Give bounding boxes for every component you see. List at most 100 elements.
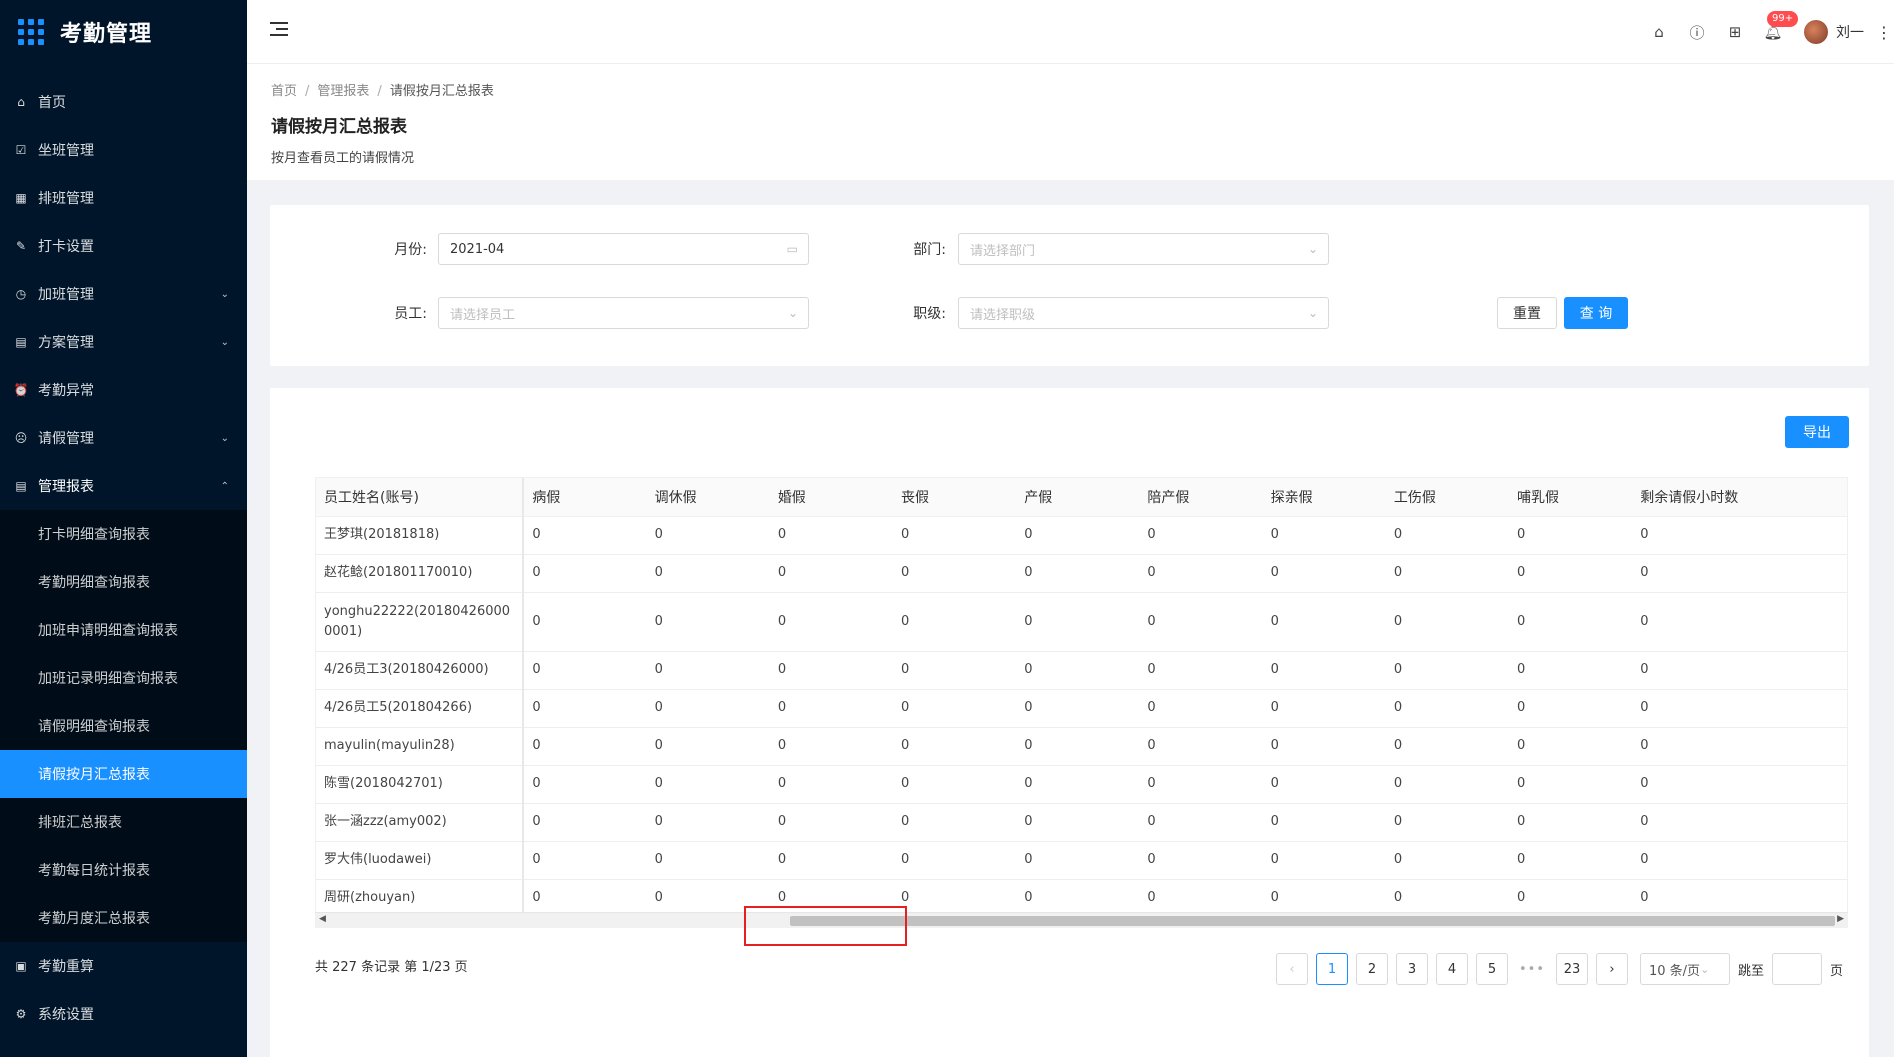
sidebar-item-1[interactable]: ☑ 坐班管理 (0, 126, 247, 174)
submenu-item-0[interactable]: 打卡明细查询报表 (0, 510, 247, 558)
scroll-right-arrow-icon[interactable]: ▶ (1837, 914, 1844, 924)
submenu-item-7[interactable]: 考勤每日统计报表 (0, 846, 247, 894)
table-body: 王梦琪(20181818) 0 0 0 0 0 0 0 0 0 0 赵花鲶(201801170010)… (316, 516, 1847, 918)
value-cell: 0 (769, 765, 894, 804)
submenu-item-3[interactable]: 加班记录明细查询报表 (0, 654, 247, 702)
sidebar-item-2[interactable]: ▦ 排班管理 (0, 174, 247, 222)
value-cell: 0 (893, 803, 1017, 842)
employee-label: 员工: (394, 306, 427, 322)
chevron-down-icon: ⌄ (220, 336, 229, 348)
page-button-last[interactable]: 23 (1556, 953, 1588, 985)
value-cell: 0 (769, 592, 894, 652)
page-button-4[interactable]: 4 (1436, 953, 1468, 985)
value-cell: 0 (1139, 516, 1263, 555)
submenu-item-5[interactable]: 请假按月汇总报表 (0, 750, 247, 798)
value-cell: 0 (646, 689, 770, 728)
value-cell: 0 (646, 516, 770, 555)
value-cell: 0 (893, 651, 1017, 690)
clock-icon: ◷ (15, 287, 27, 301)
document-icon: ▤ (15, 335, 27, 349)
help-icon[interactable]: ⓘ (1678, 0, 1716, 64)
sidebar-item-5[interactable]: ▤ 方案管理 ⌄ (0, 318, 247, 366)
sidebar-bottom-item-1[interactable]: ⚙ 系统设置 (0, 990, 247, 1038)
month-picker[interactable]: 2021-04 ▭ (438, 233, 809, 265)
value-cell: 0 (1632, 554, 1847, 593)
jump-page-input[interactable] (1772, 953, 1823, 985)
page-button-1[interactable]: 1 (1316, 953, 1348, 985)
column-header: 丧假 (893, 478, 1017, 517)
menu-fold-icon[interactable] (270, 22, 290, 40)
value-cell: 0 (1262, 765, 1386, 804)
value-cell: 0 (1262, 727, 1386, 766)
value-cell: 0 (1262, 841, 1386, 880)
dept-select[interactable]: 请选择部门 ⌄ (958, 233, 1329, 265)
value-cell: 0 (1262, 689, 1386, 728)
more-vertical-icon[interactable]: ⋮ (1874, 23, 1894, 42)
sidebar: 考勤管理 ⌂ 首页 ☑ 坐班管理 ▦ 排班管理 ✎ 打卡设置 ◷ 加班管理 ⌄ ▤ 方案管理 ⌄ ⏰ 考勤异常… (0, 0, 247, 1057)
value-cell: 0 (1509, 554, 1633, 593)
value-cell: 0 (1262, 803, 1386, 842)
horizontal-scrollbar[interactable]: ◀ ▶ (315, 912, 1848, 928)
next-page-button[interactable]: › (1596, 953, 1628, 985)
user-menu[interactable]: 刘一 (1804, 20, 1864, 44)
value-cell: 0 (1509, 516, 1633, 555)
sidebar-item-3[interactable]: ✎ 打卡设置 (0, 222, 247, 270)
sidebar-item-4[interactable]: ◷ 加班管理 ⌄ (0, 270, 247, 318)
notification-bell-icon[interactable]: 🔔︎ 99+ (1754, 0, 1799, 64)
reset-button[interactable]: 重置 (1497, 297, 1557, 329)
value-cell: 0 (523, 803, 647, 842)
value-cell: 0 (1016, 727, 1140, 766)
value-cell: 0 (769, 554, 894, 593)
page-button-3[interactable]: 3 (1396, 953, 1428, 985)
breadcrumb-item-home[interactable]: 首页 (271, 84, 297, 99)
app-logo[interactable]: 考勤管理 (0, 0, 247, 64)
value-cell: 0 (646, 841, 770, 880)
export-button[interactable]: 导出 (1785, 416, 1849, 448)
sidebar-item-0[interactable]: ⌂ 首页 (0, 78, 247, 126)
page-ellipsis[interactable]: ••• (1516, 953, 1548, 985)
breadcrumb-item-reports[interactable]: 管理报表 (317, 84, 369, 99)
submenu-item-1[interactable]: 考勤明细查询报表 (0, 558, 247, 606)
prev-page-button[interactable]: ‹ (1276, 953, 1308, 985)
scrollbar-thumb[interactable] (790, 916, 1835, 926)
level-placeholder: 请选择职级 (970, 307, 1036, 323)
page-button-5[interactable]: 5 (1476, 953, 1508, 985)
submenu-item-2[interactable]: 加班申请明细查询报表 (0, 606, 247, 654)
sidebar-item-8[interactable]: ▤ 管理报表 ⌃ (0, 462, 247, 510)
value-cell: 0 (523, 765, 647, 804)
employee-select[interactable]: 请选择员工 ⌄ (438, 297, 809, 329)
value-cell: 0 (1016, 803, 1140, 842)
value-cell: 0 (646, 765, 770, 804)
sidebar-item-label: 方案管理 (38, 335, 94, 351)
employee-cell: yonghu22222(201804260000001) (316, 592, 525, 652)
column-header: 产假 (1016, 478, 1140, 517)
table-row: 4/26员工5(201804266) 0 0 0 0 0 0 0 0 0 0 (316, 689, 1847, 728)
value-cell: 0 (893, 727, 1017, 766)
value-cell: 0 (646, 803, 770, 842)
home-icon[interactable]: ⌂ (1640, 0, 1678, 64)
user-name: 刘一 (1836, 25, 1864, 41)
sidebar-menu: ⌂ 首页 ☑ 坐班管理 ▦ 排班管理 ✎ 打卡设置 ◷ 加班管理 ⌄ ▤ 方案管理 ⌄ ⏰ 考勤异常 ☹ 请假管理… (0, 78, 247, 1038)
apps-icon[interactable]: ⊞ (1716, 0, 1754, 64)
edit-icon: ✎ (15, 239, 27, 253)
submenu-item-8[interactable]: 考勤月度汇总报表 (0, 894, 247, 942)
submenu-item-6[interactable]: 排班汇总报表 (0, 798, 247, 846)
level-select[interactable]: 请选择职级 ⌄ (958, 297, 1329, 329)
sidebar-item-label: 首页 (38, 95, 66, 111)
page-size-select[interactable]: 10 条/页 ⌄ (1640, 953, 1730, 985)
page-button-2[interactable]: 2 (1356, 953, 1388, 985)
sidebar-item-6[interactable]: ⏰ 考勤异常 (0, 366, 247, 414)
scroll-left-arrow-icon[interactable]: ◀ (319, 914, 326, 924)
submenu-item-4[interactable]: 请假明细查询报表 (0, 702, 247, 750)
query-button[interactable]: 查 询 (1564, 297, 1628, 329)
value-cell: 0 (1139, 651, 1263, 690)
employee-cell: mayulin(mayulin28) (316, 727, 525, 766)
sidebar-bottom-item-0[interactable]: ▣ 考勤重算 (0, 942, 247, 990)
value-cell: 0 (893, 841, 1017, 880)
calendar-check-icon: ☑ (15, 143, 27, 157)
column-header: 探亲假 (1262, 478, 1386, 517)
value-cell: 0 (1139, 727, 1263, 766)
sidebar-item-7[interactable]: ☹ 请假管理 ⌄ (0, 414, 247, 462)
value-cell: 0 (1385, 841, 1510, 880)
employee-placeholder: 请选择员工 (450, 307, 516, 323)
